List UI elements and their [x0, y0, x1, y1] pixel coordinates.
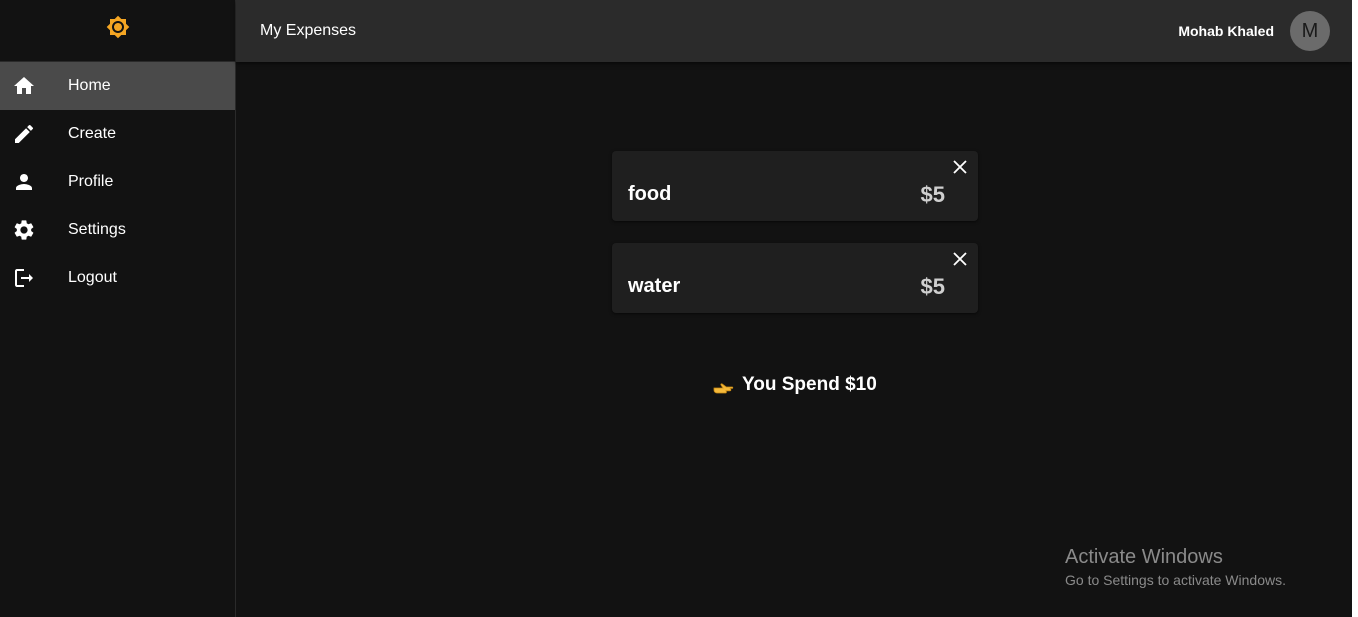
logout-icon: [12, 266, 36, 290]
sidebar-item-label: Settings: [68, 221, 126, 238]
sidebar-item-label: Logout: [68, 269, 117, 286]
sidebar-nav: Home Create Profile Settings Logout: [0, 62, 235, 302]
app-root: Home Create Profile Settings Logout My E…: [0, 0, 1358, 617]
expense-name: water: [628, 275, 681, 297]
main-content: food $5 water $5 You Spend $10: [236, 62, 1352, 617]
person-icon: [12, 170, 36, 194]
expense-name: food: [628, 183, 672, 205]
expense-amount: $5: [920, 182, 945, 207]
user-menu: Mohab Khaled M: [1178, 11, 1330, 51]
sidebar-item-label: Home: [68, 77, 111, 94]
total-summary: You Spend $10: [712, 372, 877, 398]
sidebar-item-create[interactable]: Create: [0, 110, 235, 158]
pencil-icon: [12, 122, 36, 146]
total-text: You Spend $10: [742, 374, 877, 395]
page-title: My Expenses: [260, 22, 357, 39]
sidebar-item-logout[interactable]: Logout: [0, 254, 235, 302]
sidebar-item-settings[interactable]: Settings: [0, 206, 235, 254]
close-icon[interactable]: [952, 159, 968, 175]
sidebar: Home Create Profile Settings Logout: [0, 0, 236, 617]
watermark-subtitle: Go to Settings to activate Windows.: [1065, 572, 1286, 588]
watermark-title: Activate Windows: [1065, 546, 1223, 568]
avatar[interactable]: M: [1290, 11, 1330, 51]
expense-amount: $5: [920, 274, 945, 299]
expense-card-water: water $5: [612, 243, 978, 313]
sidebar-item-label: Profile: [68, 173, 114, 190]
home-icon: [12, 74, 36, 98]
expense-card-food: food $5: [612, 151, 978, 221]
activate-windows-watermark: Activate Windows Go to Settings to activ…: [1065, 546, 1286, 588]
sidebar-logo[interactable]: [0, 0, 235, 62]
brightness-icon: [106, 15, 129, 38]
app-header: My Expenses Mohab Khaled M: [236, 0, 1352, 62]
pointing-hand-icon: [713, 383, 734, 394]
sidebar-item-profile[interactable]: Profile: [0, 158, 235, 206]
close-icon[interactable]: [952, 251, 968, 267]
sidebar-item-home[interactable]: Home: [0, 62, 235, 110]
user-name: Mohab Khaled: [1178, 23, 1274, 39]
sidebar-item-label: Create: [68, 125, 117, 142]
window-edge: [1352, 0, 1358, 617]
gear-icon: [12, 218, 36, 242]
